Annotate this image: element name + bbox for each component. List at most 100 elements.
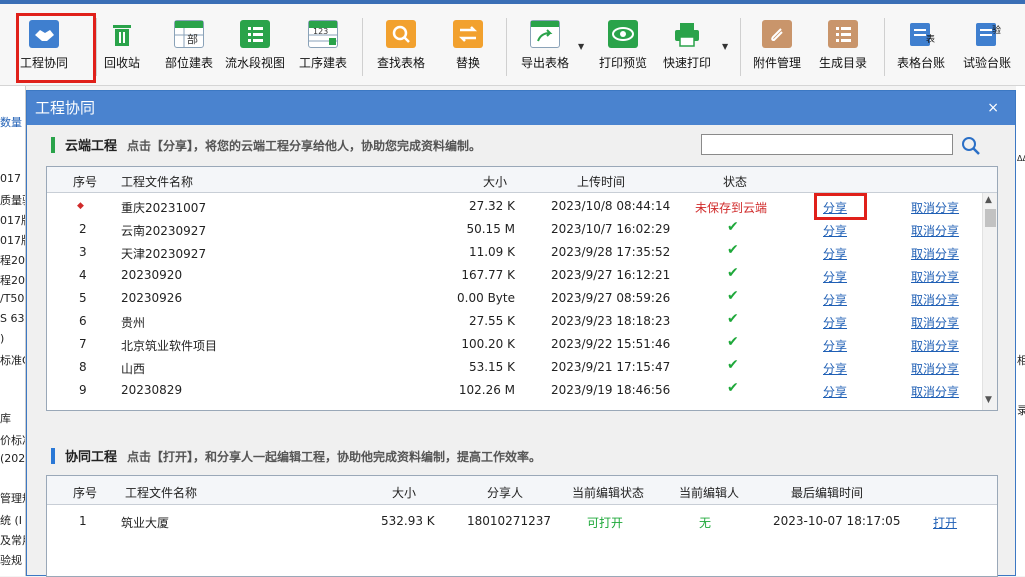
check-icon: ✔ — [727, 311, 739, 327]
file-size: 532.93 K — [381, 514, 435, 528]
cloud-hint: 点击【分享】，将您的云端工程分享给他人，协助您完成资料编制。 — [127, 139, 482, 153]
close-icon[interactable]: × — [987, 91, 999, 125]
export-button[interactable]: 导出表格 — [518, 12, 572, 80]
table-row[interactable]: 7 北京筑业软件项目 100.20 K 2023/9/22 15:51:46 ✔ 分享 取消… — [47, 333, 997, 356]
search-input[interactable] — [701, 134, 953, 155]
check-icon: ✔ — [727, 288, 739, 304]
paperclip-icon — [762, 20, 792, 48]
table-ledger-button[interactable]: 表 表格台账 — [894, 12, 948, 80]
part-table-label: 部位建表 — [164, 56, 213, 70]
share-link[interactable]: 分享 — [823, 383, 847, 400]
cancel-share-link[interactable]: 取消分享 — [911, 360, 959, 377]
share-link[interactable]: 分享 — [823, 245, 847, 262]
catalog-button[interactable]: 生成目录 — [816, 12, 870, 80]
cancel-share-link[interactable]: 取消分享 — [911, 268, 959, 285]
cancel-share-link[interactable]: 取消分享 — [911, 291, 959, 308]
table-row[interactable]: 3 天津20230927 11.09 K 2023/9/28 17:35:52 ✔ 分享 取… — [47, 241, 997, 264]
bg-text: S 63 — [0, 312, 25, 325]
table-ledger-label: 表格台账 — [896, 56, 945, 70]
print-preview-button[interactable]: 打印预览 — [596, 12, 650, 80]
file-name: 北京筑业软件项目 — [121, 339, 218, 353]
cancel-share-link[interactable]: 取消分享 — [911, 199, 959, 216]
flow-view-button[interactable]: 流水段视图 — [222, 12, 288, 80]
col-no: 序号 — [73, 175, 98, 189]
replace-label: 替换 — [455, 56, 480, 70]
upload-time: 2023/9/27 16:12:21 — [551, 268, 671, 282]
search-table-button[interactable]: 查找表格 — [374, 12, 428, 80]
table-row[interactable]: 6 贵州 27.55 K 2023/9/23 18:18:23 ✔ 分享 取消分享 — [47, 310, 997, 333]
collab-heading-text: 协同工程 — [65, 450, 118, 465]
collab-highlight — [16, 13, 96, 83]
file-size: 0.00 Byte — [457, 291, 515, 305]
export-icon — [530, 20, 560, 48]
attachment-button[interactable]: 附件管理 — [750, 12, 804, 80]
table-row[interactable]: 2 云南20230927 50.15 M 2023/10/7 16:02:29 ✔ 分享 取… — [47, 218, 997, 241]
export-dropdown-icon[interactable]: ▼ — [578, 42, 584, 51]
bg-text: 程202 — [0, 254, 25, 267]
green-bar-icon — [51, 137, 55, 153]
replace-button[interactable]: 替换 — [448, 12, 488, 80]
col-editor: 当前编辑人 — [679, 486, 740, 500]
cancel-share-link[interactable]: 取消分享 — [911, 245, 959, 262]
test-ledger-button[interactable]: 验 试验台账 — [960, 12, 1014, 80]
cloud-scrollbar[interactable]: ▲ ▼ — [982, 193, 997, 410]
cancel-share-link[interactable]: 取消分享 — [911, 337, 959, 354]
part-table-button[interactable]: 部 部位建表 — [162, 12, 216, 80]
open-link[interactable]: 打开 — [933, 514, 957, 531]
share-link[interactable]: 分享 — [823, 291, 847, 308]
file-name: 天津20230927 — [121, 247, 207, 261]
scroll-up-icon[interactable]: ▲ — [985, 195, 992, 205]
cancel-share-link[interactable]: 取消分享 — [911, 383, 959, 400]
row-number: ◆ — [77, 201, 84, 211]
search-icon[interactable] — [961, 136, 981, 156]
file-size: 11.09 K — [468, 245, 515, 259]
table-row[interactable]: 4 20230920 167.77 K 2023/9/27 16:12:21 ✔ 分享 取消… — [47, 264, 997, 287]
table-row[interactable]: 1 筑业大厦 532.93 K 18010271237 可打开 无 2023-10-07 1… — [47, 510, 997, 533]
current-editor: 无 — [699, 516, 712, 530]
process-icon-text: 123 — [313, 27, 329, 36]
bg-text: /T50 — [0, 292, 25, 305]
process-table-icon: 123 — [308, 20, 338, 48]
file-name: 20230920 — [121, 268, 183, 282]
bg-text: 017版 — [0, 234, 25, 247]
bg-text: 质量验 — [0, 194, 25, 207]
bg-text: 数量 — [0, 116, 22, 129]
bg-text: (202 — [0, 452, 26, 465]
toolbar: 工程协同 回收站 部 部位建表 流水段视图 123 工序建表 查找表格 替换 导… — [0, 4, 1025, 86]
col-no: 序号 — [73, 486, 98, 500]
bg-text: ) — [0, 332, 5, 345]
scroll-thumb[interactable] — [985, 209, 996, 227]
check-icon: ✔ — [727, 265, 739, 281]
recycle-bin-button[interactable]: 回收站 — [100, 12, 144, 80]
bg-text: 及常用 — [0, 534, 25, 547]
share-link[interactable]: 分享 — [823, 268, 847, 285]
check-icon: ✔ — [727, 219, 739, 235]
file-size: 27.55 K — [468, 314, 515, 328]
col-upload-time: 上传时间 — [577, 175, 626, 189]
scroll-down-icon[interactable]: ▼ — [985, 395, 992, 405]
table-row[interactable]: 8 山西 53.15 K 2023/9/21 17:15:47 ✔ 分享 取消分享 — [47, 356, 997, 379]
table-row[interactable]: 5 20230926 0.00 Byte 2023/9/27 08:59:26 ✔ 分享 取… — [47, 287, 997, 310]
process-table-button[interactable]: 123 工序建表 — [296, 12, 350, 80]
table-row[interactable]: 9 20230829 102.26 M 2023/9/19 18:46:56 ✔ 分享 取消… — [47, 379, 997, 402]
col-status: 状态 — [723, 175, 748, 189]
share-link[interactable]: 分享 — [823, 222, 847, 239]
bg-text: 017 — [0, 172, 21, 185]
bg-text: 录 — [1017, 404, 1025, 417]
upload-time: 2023/9/22 15:51:46 — [551, 337, 671, 351]
upload-time: 2023/9/27 08:59:26 — [551, 291, 671, 305]
search-table-label: 查找表格 — [376, 56, 425, 70]
print-preview-label: 打印预览 — [598, 56, 647, 70]
share-link[interactable]: 分享 — [823, 314, 847, 331]
file-name: 筑业大厦 — [121, 516, 170, 530]
cancel-share-link[interactable]: 取消分享 — [911, 314, 959, 331]
print-dropdown-icon[interactable]: ▼ — [722, 42, 728, 51]
cancel-share-link[interactable]: 取消分享 — [911, 222, 959, 239]
file-size: 102.26 M — [458, 383, 515, 397]
share-link[interactable]: 分享 — [823, 360, 847, 377]
test-icon-text: 验 — [992, 26, 1002, 36]
bg-text: 库 — [0, 412, 11, 425]
row-number: 5 — [79, 291, 87, 305]
share-link[interactable]: 分享 — [823, 337, 847, 354]
quick-print-button[interactable]: 快速打印 — [660, 12, 714, 80]
